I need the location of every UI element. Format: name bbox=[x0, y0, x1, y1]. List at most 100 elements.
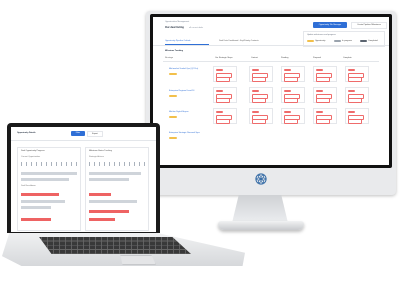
progress-bar-fill bbox=[21, 193, 59, 196]
progress-bar-track bbox=[89, 172, 141, 175]
tabs-divider bbox=[153, 45, 389, 46]
task-card[interactable] bbox=[249, 87, 273, 103]
monitor-stand bbox=[232, 195, 288, 223]
card-alert bbox=[348, 111, 355, 114]
export-button[interactable]: Export bbox=[87, 131, 103, 137]
task-card[interactable] bbox=[249, 66, 273, 82]
progress-bar-fill bbox=[89, 218, 115, 221]
card-alert bbox=[216, 69, 223, 72]
task-card[interactable] bbox=[213, 66, 237, 82]
card-tag bbox=[252, 77, 266, 82]
brand-logo-icon bbox=[255, 173, 267, 185]
progress-bar-track bbox=[21, 172, 77, 175]
card-alert bbox=[284, 90, 291, 93]
legend-opportunity: Opportunity bbox=[315, 39, 326, 42]
task-card[interactable] bbox=[249, 108, 273, 124]
column-header-pending: Pending bbox=[281, 57, 289, 59]
progress-bar-track bbox=[89, 200, 137, 203]
lane-title: No stage bbox=[165, 57, 174, 59]
section-label: Current Opportunities bbox=[21, 156, 41, 158]
column-header-contact: Contact bbox=[251, 57, 258, 59]
monitor-screen: Opportunities Management Our deal listin… bbox=[153, 17, 389, 165]
section-label: Deal Breakdown bbox=[21, 185, 36, 187]
section-label: Strategic Actions bbox=[89, 156, 104, 158]
task-card[interactable] bbox=[313, 108, 337, 124]
progress-bar-fill bbox=[89, 193, 111, 196]
card-alert bbox=[252, 90, 259, 93]
laptop-trackpad bbox=[120, 255, 156, 265]
progress-bar-fill bbox=[21, 218, 51, 221]
task-card[interactable] bbox=[213, 87, 237, 103]
laptop-header-divider bbox=[11, 140, 156, 141]
legend-swatch-progress bbox=[334, 40, 341, 43]
board-header: Milestone Tracking bbox=[165, 50, 184, 52]
progress-bar-track bbox=[21, 200, 65, 203]
card-alert bbox=[284, 111, 291, 114]
columns-divider bbox=[163, 61, 379, 62]
card-tag bbox=[316, 119, 330, 124]
legend-swatch-opportunity bbox=[307, 40, 314, 43]
task-card[interactable] bbox=[281, 66, 305, 82]
task-card[interactable] bbox=[213, 108, 237, 124]
task-card[interactable] bbox=[345, 87, 369, 103]
laptop-page-title: Opportunity Details bbox=[17, 132, 36, 134]
row-name[interactable]: Enterprise Strategic Renewal Sync bbox=[169, 132, 200, 134]
task-card[interactable] bbox=[313, 66, 337, 82]
tab-deal-dashboard[interactable]: Deal Data Dashboard - Key/Priority Conta… bbox=[219, 40, 259, 42]
card-tag bbox=[348, 119, 362, 124]
primary-button[interactable]: Opportunity Tile Manager bbox=[313, 22, 347, 28]
card-tag bbox=[316, 77, 330, 82]
timeline-ticks bbox=[89, 162, 145, 166]
card-alert bbox=[216, 111, 223, 114]
card-alert bbox=[348, 90, 355, 93]
card-alert bbox=[252, 111, 259, 114]
task-card[interactable] bbox=[345, 66, 369, 82]
task-card[interactable] bbox=[281, 87, 305, 103]
card-tag bbox=[252, 119, 266, 124]
column-header-steps: Our Strategic Steps bbox=[215, 57, 233, 59]
milestone-board: Mid-market Scaled Ops (Q2 Pro) Enterpris… bbox=[163, 63, 379, 161]
secondary-button[interactable]: Create Pipeline Milestones bbox=[351, 22, 387, 29]
card-tag bbox=[252, 98, 266, 103]
keyboard-rows bbox=[39, 237, 191, 254]
card-tag bbox=[284, 77, 298, 82]
card-alert bbox=[316, 90, 323, 93]
card-alert bbox=[216, 90, 223, 93]
tab-pipeline[interactable]: Opportunity Pipeline Outlook bbox=[165, 40, 190, 42]
card-alert bbox=[316, 69, 323, 72]
panel-heading: Deal Opportunity Progress bbox=[21, 150, 45, 152]
task-card[interactable] bbox=[313, 87, 337, 103]
column-header-proposal: Proposal bbox=[313, 57, 321, 59]
row-status-pill bbox=[169, 116, 177, 119]
row-name[interactable]: Mid-tier Digital Buyers bbox=[169, 111, 189, 113]
card-alert bbox=[284, 69, 291, 72]
timeline-ticks bbox=[21, 162, 77, 166]
breadcrumb: Opportunities Management bbox=[165, 21, 190, 23]
card-alert bbox=[348, 69, 355, 72]
legend-progress: In progress bbox=[342, 39, 353, 42]
row-name[interactable]: Mid-market Scaled Ops (Q2 Pro) bbox=[169, 68, 198, 70]
row-status-pill bbox=[169, 95, 177, 98]
card-tag bbox=[348, 98, 362, 103]
page-subtitle: all current deals bbox=[189, 26, 204, 29]
card-tag bbox=[216, 98, 230, 103]
card-tag bbox=[348, 77, 362, 82]
monitor-stand-base bbox=[218, 221, 304, 230]
panel-heading: Milestone Status Tracking bbox=[89, 150, 112, 152]
milestone-panel: Milestone Status Tracking Strategic Acti… bbox=[85, 147, 149, 231]
card-tag bbox=[216, 77, 230, 82]
card-alert bbox=[316, 111, 323, 114]
row-status-pill bbox=[169, 73, 177, 76]
legend-swatch-completed bbox=[360, 40, 367, 43]
card-tag bbox=[216, 119, 230, 124]
progress-bar-track bbox=[21, 206, 51, 209]
progress-bar-fill bbox=[89, 210, 129, 213]
card-tag bbox=[284, 119, 298, 124]
row-status-pill bbox=[169, 137, 177, 140]
progress-bar-track bbox=[89, 178, 129, 181]
task-card[interactable] bbox=[345, 108, 369, 124]
task-card[interactable] bbox=[281, 108, 305, 124]
row-name[interactable]: Enterprise Regional Lead 24 bbox=[169, 90, 194, 92]
filter-button[interactable]: Filter bbox=[71, 131, 85, 136]
card-alert bbox=[252, 69, 259, 72]
